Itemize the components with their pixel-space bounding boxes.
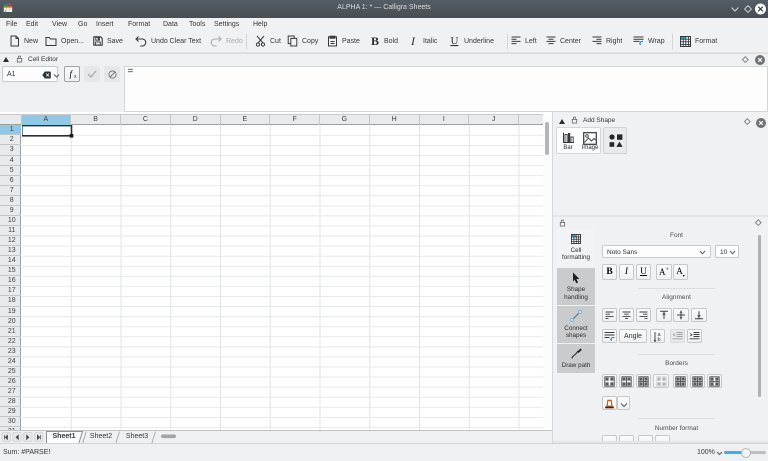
svg-text:B: B [371, 35, 379, 47]
svg-text:I: I [410, 35, 416, 47]
svg-text:b: b [657, 337, 660, 342]
svg-text:U: U [451, 35, 459, 47]
